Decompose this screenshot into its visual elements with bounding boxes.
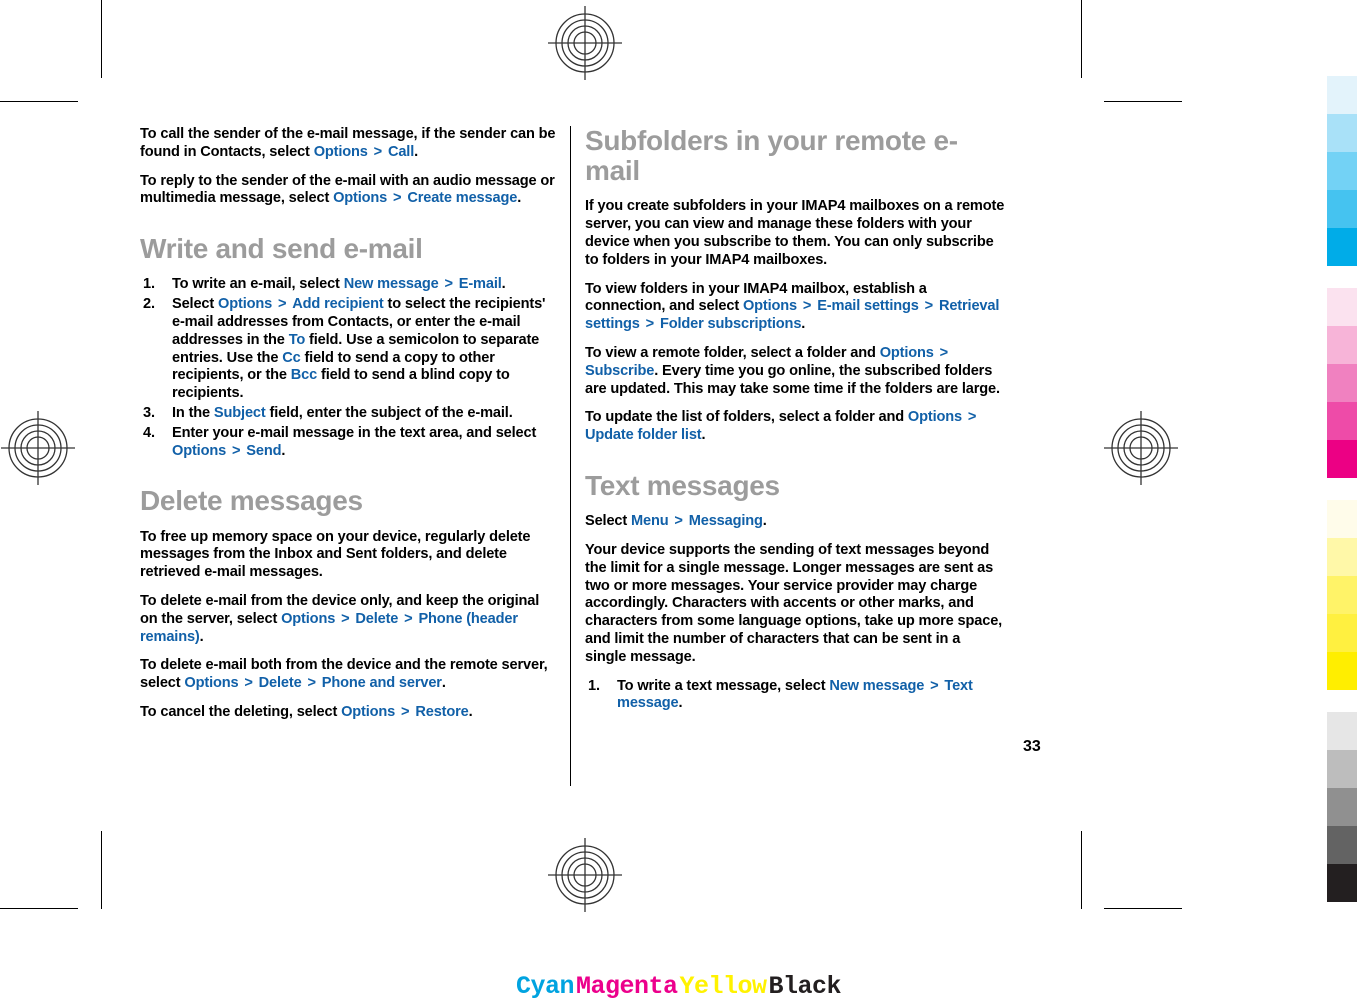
left-column: To call the sender of the e-mail message… xyxy=(140,126,560,733)
list-item: In the Subject field, enter the subject … xyxy=(143,405,513,423)
section-heading: Subfolders in your remote e-mail xyxy=(585,125,958,187)
path-separator: > xyxy=(369,143,386,160)
path-separator: > xyxy=(440,276,457,293)
body-paragraph: If you create subfolders in your IMAP4 m… xyxy=(585,198,1005,268)
ui-term: Folder subscriptions xyxy=(659,316,802,333)
body-paragraph: To view a remote folder, select a folder… xyxy=(585,345,1000,397)
ui-term: Restore xyxy=(415,704,469,720)
body-paragraph: Your device supports the sending of text… xyxy=(585,542,1003,665)
ui-term: E-mail xyxy=(458,276,502,293)
list-item: To write a text message, select New mess… xyxy=(588,677,973,712)
path-separator: > xyxy=(926,677,943,694)
ui-term: Options xyxy=(218,296,273,313)
path-separator: > xyxy=(240,675,257,692)
path-separator: > xyxy=(964,409,977,426)
ui-term: Options xyxy=(341,704,396,720)
path-separator: > xyxy=(400,610,417,627)
page-number: 33 xyxy=(1023,738,1041,755)
ui-term: Subject xyxy=(213,405,266,421)
color-legend-cyan: Cyan xyxy=(515,972,575,1001)
ui-term: Options xyxy=(184,675,239,692)
path-separator: > xyxy=(389,190,406,207)
list-item: Enter your e-mail message in the text ar… xyxy=(143,424,537,459)
right-column: Subfolders in your remote e-mail If you c… xyxy=(585,125,1005,724)
ui-term: To xyxy=(288,331,306,348)
color-legend-magenta: Magenta xyxy=(575,972,678,1001)
path-separator: > xyxy=(799,298,816,315)
ui-term: Menu xyxy=(631,513,669,530)
section-heading: Write and send e-mail xyxy=(140,233,423,265)
path-separator: > xyxy=(337,610,354,627)
section-heading: Text messages xyxy=(585,470,780,502)
ui-term: Options xyxy=(907,409,962,426)
ui-term: Options xyxy=(333,190,388,207)
ui-term: Options xyxy=(742,298,798,315)
ui-term: Options xyxy=(172,442,227,459)
ui-term: New message xyxy=(829,677,925,694)
body-paragraph: To view folders in your IMAP4 mailbox, e… xyxy=(585,280,1000,333)
ui-term: Options xyxy=(313,143,368,160)
body-paragraph: To update the list of folders, select a … xyxy=(585,409,977,444)
ui-term: Delete xyxy=(355,610,399,627)
ui-term: Add recipient xyxy=(292,296,384,313)
list-item: Select Options > Add recipient to select… xyxy=(143,296,546,402)
section-heading: Delete messages xyxy=(140,485,363,517)
path-separator: > xyxy=(303,675,320,692)
body-paragraph: To call the sender of the e-mail message… xyxy=(140,126,556,160)
ui-term: Call xyxy=(387,143,415,160)
path-separator: > xyxy=(670,513,687,530)
color-legend-yellow: Yellow xyxy=(679,972,768,1001)
list-item: To write an e-mail, select New message >… xyxy=(143,276,506,294)
path-separator: > xyxy=(641,316,658,333)
ui-term: Messaging xyxy=(688,513,763,530)
path-separator: > xyxy=(935,345,949,362)
page-content: To call the sender of the e-mail message… xyxy=(0,0,1357,1002)
ui-term: Options xyxy=(281,610,336,627)
path-separator: > xyxy=(228,442,245,459)
body-paragraph: To reply to the sender of the e-mail wit… xyxy=(140,172,555,207)
color-legend-black: Black xyxy=(768,972,842,1001)
ui-term: Options xyxy=(879,345,934,362)
path-separator: > xyxy=(274,296,291,313)
body-paragraph: To cancel the deleting, select Options >… xyxy=(140,704,473,720)
path-separator: > xyxy=(920,298,937,315)
numbered-step-list: To write an e-mail, select New message >… xyxy=(140,276,560,460)
body-paragraph: Select Menu > Messaging. xyxy=(585,513,767,530)
numbered-step-list: To write a text message, select New mess… xyxy=(585,678,1005,714)
body-paragraph: To free up memory space on your device, … xyxy=(140,528,531,581)
body-paragraph: To delete e-mail from the device only, a… xyxy=(140,593,540,645)
ui-term: E-mail settings xyxy=(817,298,919,315)
ui-term: New message xyxy=(343,276,439,293)
ui-term: Bcc xyxy=(290,367,318,384)
path-separator: > xyxy=(397,704,414,720)
ui-term: Update folder list xyxy=(585,427,702,444)
ui-term: Phone and server xyxy=(321,675,442,692)
ui-term: Subscribe xyxy=(585,362,655,379)
ui-term: Cc xyxy=(282,349,301,366)
ui-term: Send xyxy=(246,442,282,459)
color-legend: CyanMagentaYellowBlack xyxy=(0,972,1357,1001)
column-divider xyxy=(570,126,571,786)
ui-term: Delete xyxy=(258,675,302,692)
ui-term: Create message xyxy=(407,190,518,207)
body-paragraph: To delete e-mail both from the device an… xyxy=(140,657,548,692)
